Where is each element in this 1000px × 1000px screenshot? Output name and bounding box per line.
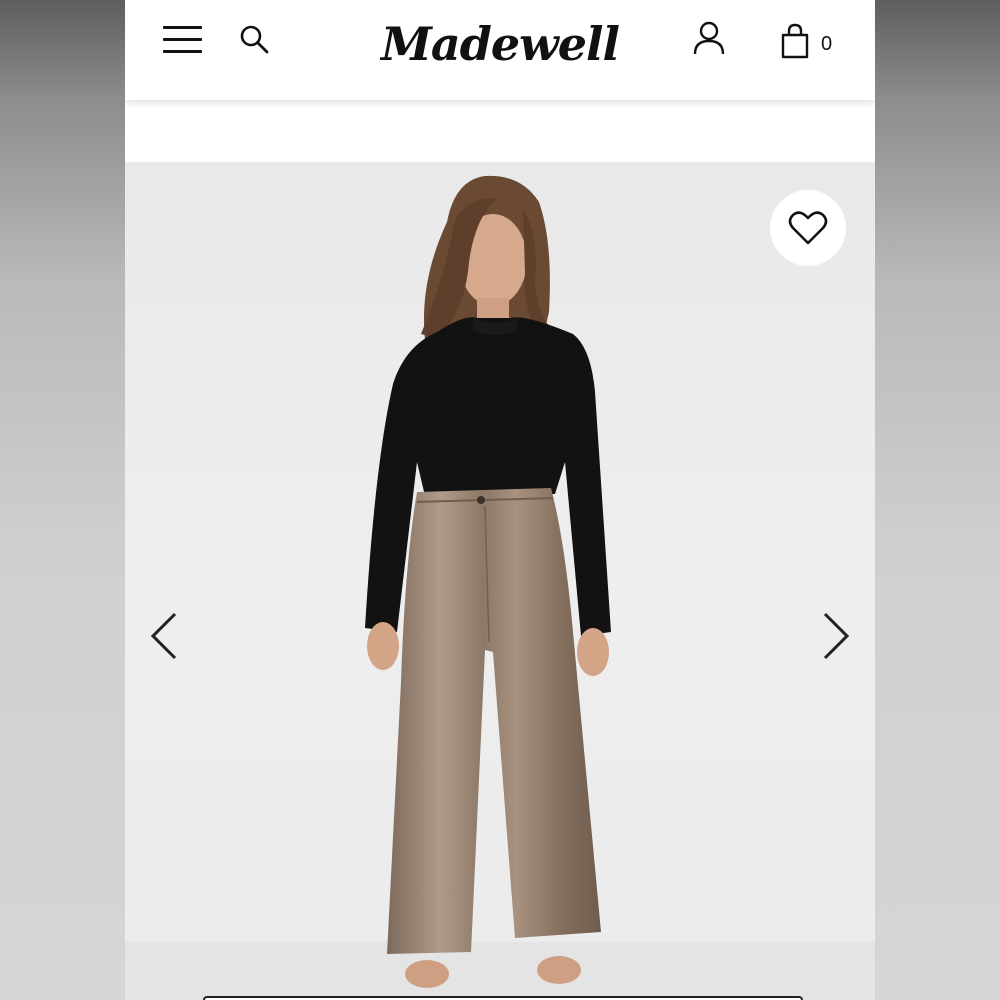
next-image-button[interactable] xyxy=(815,610,855,662)
chevron-right-icon xyxy=(823,612,850,660)
search-button[interactable] xyxy=(237,22,273,58)
site-header: Madewell 0 xyxy=(125,0,875,100)
bottom-action-bar[interactable] xyxy=(203,996,803,1000)
shopping-bag-icon xyxy=(781,23,809,59)
chevron-left-icon xyxy=(150,612,177,660)
menu-button[interactable] xyxy=(163,24,203,58)
blurred-background-right xyxy=(875,0,1000,1000)
header-spacer xyxy=(125,100,875,162)
user-account-icon xyxy=(693,21,725,55)
shopping-bag-button[interactable] xyxy=(777,22,813,60)
account-button[interactable] xyxy=(691,20,727,58)
blurred-background-left xyxy=(0,0,125,1000)
menu-line xyxy=(163,26,202,29)
favorite-button[interactable] xyxy=(770,190,846,266)
menu-line xyxy=(163,38,202,41)
search-icon xyxy=(240,25,269,54)
product-photo-model xyxy=(365,175,611,988)
mobile-page: Madewell 0 xyxy=(125,0,875,1000)
heart-icon xyxy=(788,211,828,245)
previous-image-button[interactable] xyxy=(145,610,185,662)
menu-line xyxy=(163,50,202,53)
bag-count: 0 xyxy=(821,33,833,55)
product-image-carousel[interactable] xyxy=(125,162,875,1000)
brand-logo[interactable]: Madewell xyxy=(375,12,625,76)
